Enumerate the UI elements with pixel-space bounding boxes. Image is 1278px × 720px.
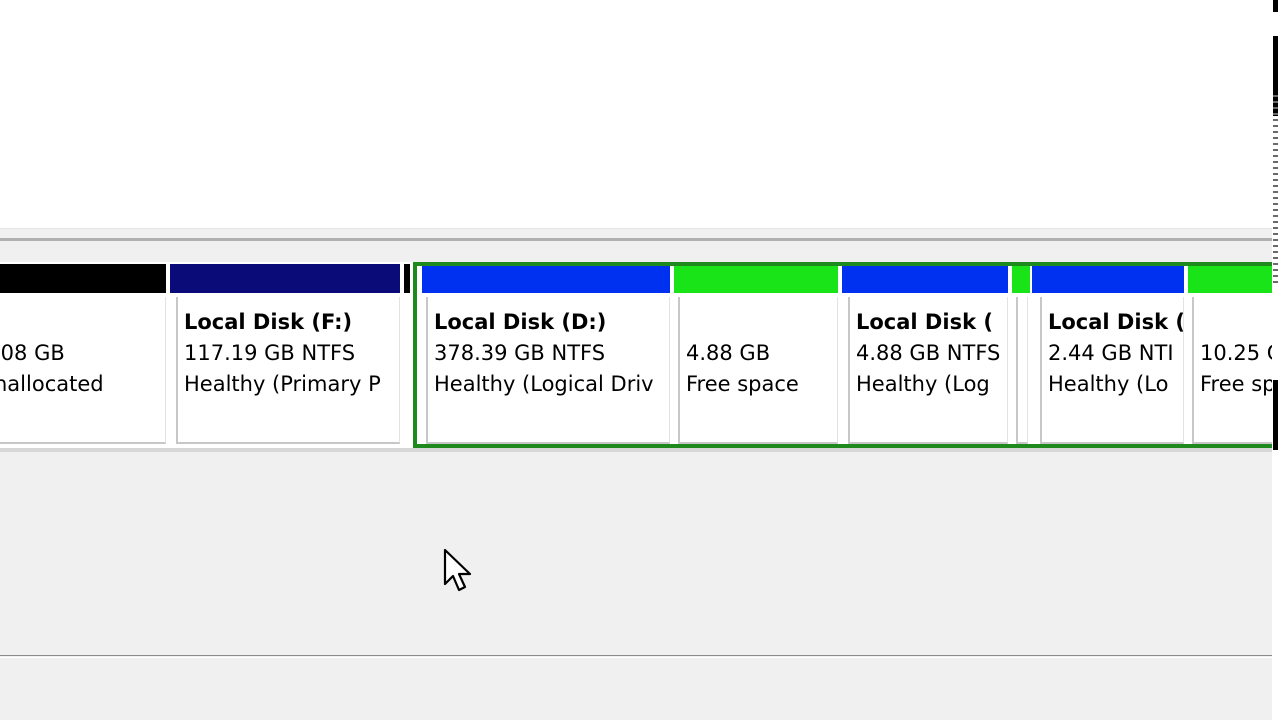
- partition-free-space-2[interactable]: 10.25 G Free sp: [1186, 262, 1272, 444]
- partition-box: Local Disk (D:) 378.39 GB NTFS Healthy (…: [426, 297, 670, 444]
- partition-bar-free: [1012, 264, 1030, 293]
- partition-local-disk-3[interactable]: Local Disk ( 4.88 GB NTFS Healthy (Log: [840, 262, 1010, 444]
- partition-box: Local Disk ( 2.44 GB NTI Healthy (Lo: [1040, 297, 1184, 444]
- partition-status: Healthy (Lo: [1048, 372, 1169, 396]
- partition-status: Free sp: [1200, 372, 1272, 396]
- partition-name: Local Disk (: [1048, 310, 1184, 334]
- partition-unallocated[interactable]: .08 GB nallocated: [0, 262, 168, 444]
- partition-bar-free: [1188, 264, 1272, 293]
- pane-divider: [0, 228, 1272, 229]
- partition-bar-extended: [404, 264, 410, 293]
- partition-free-space-small[interactable]: [1010, 262, 1032, 444]
- partition-size: 2.44 GB NTI: [1048, 341, 1174, 365]
- scroll-thumb-top[interactable]: [1273, 0, 1278, 12]
- partition-status: Free space: [686, 372, 799, 396]
- partition-status: nallocated: [0, 372, 104, 396]
- partition-status: Healthy (Logical Driv: [434, 372, 654, 396]
- partition-local-disk-d[interactable]: Local Disk (D:) 378.39 GB NTFS Healthy (…: [418, 262, 672, 444]
- partition-name: [1200, 307, 1272, 338]
- partition-bar-free: [674, 264, 838, 293]
- disk-layout-row: .08 GB nallocated Local Disk (F:) 117.19…: [0, 262, 1272, 448]
- partition-box: Local Disk ( 4.88 GB NTFS Healthy (Log: [848, 297, 1008, 444]
- partition-size: 117.19 GB NTFS: [184, 341, 356, 365]
- partition-box: Local Disk (F:) 117.19 GB NTFS Healthy (…: [176, 297, 400, 444]
- partition-free-space-1[interactable]: 4.88 GB Free space: [672, 262, 840, 444]
- partition-box: [1016, 297, 1028, 444]
- pane-splitter[interactable]: [0, 238, 1272, 241]
- partition-name: [686, 307, 799, 338]
- partition-status: Healthy (Primary P: [184, 372, 381, 396]
- partition-name: [0, 307, 104, 338]
- partition-name: Local Disk (D:): [434, 310, 607, 334]
- partition-box: .08 GB nallocated: [0, 297, 166, 444]
- partition-local-disk-4[interactable]: Local Disk ( 2.44 GB NTI Healthy (Lo: [1032, 262, 1186, 444]
- lower-divider: [0, 655, 1272, 656]
- partition-box: 10.25 G Free sp: [1192, 297, 1272, 444]
- extended-partition-edge: [402, 262, 414, 444]
- partition-bar-primary: [170, 264, 400, 293]
- partition-size: 378.39 GB NTFS: [434, 341, 606, 365]
- partition-status: Healthy (Log: [856, 372, 990, 396]
- partition-local-disk-f[interactable]: Local Disk (F:) 117.19 GB NTFS Healthy (…: [168, 262, 402, 444]
- row-bottom-border: [0, 448, 1272, 452]
- partition-size: 10.25 G: [1200, 341, 1272, 365]
- scroll-track-dots: [1273, 95, 1278, 285]
- arrow-pointer-icon: [443, 548, 472, 592]
- partition-size: 4.88 GB NTFS: [856, 341, 1001, 365]
- partition-bar-logical: [842, 264, 1008, 293]
- right-edge-scrollbar[interactable]: [1272, 0, 1278, 720]
- partition-bar-logical: [1032, 264, 1184, 293]
- partition-bar-unallocated: [0, 264, 166, 293]
- partition-size: 4.88 GB: [686, 341, 771, 365]
- partition-name: Local Disk (F:): [184, 310, 353, 334]
- lower-divider-highlight: [0, 657, 1272, 658]
- scroll-thumb-lower[interactable]: [1273, 380, 1278, 450]
- volume-list-area: [0, 0, 1272, 228]
- partition-name: Local Disk (: [856, 310, 993, 334]
- partition-size: .08 GB: [0, 341, 65, 365]
- partition-bar-logical: [422, 264, 670, 293]
- partition-box: 4.88 GB Free space: [678, 297, 838, 444]
